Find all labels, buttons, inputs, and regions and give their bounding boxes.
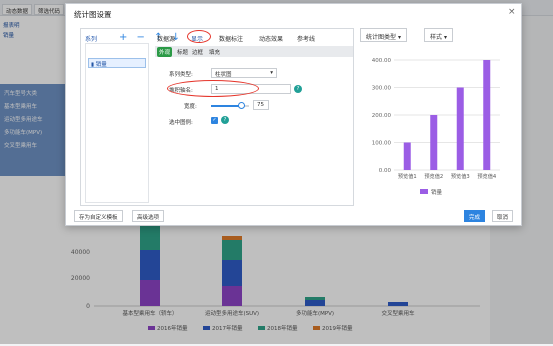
style-label: 样式 (430, 34, 443, 41)
subtab-border[interactable]: 边框 (192, 48, 203, 56)
bar (403, 142, 411, 170)
bar (456, 87, 464, 170)
width-input[interactable]: 75 (253, 100, 269, 110)
chevron-down-icon: ▾ (270, 70, 273, 76)
chart-settings-dialog: 统计图设置 × 系列 + − ↑ ↓ ▮ 销量 数据源 显示 数据标注 动态效果… (65, 3, 522, 226)
preview-chart-svg: 0.00 100.00 200.00 300.00 400.00 预览值1 预览值2 预览值3… (372, 58, 500, 196)
help-icon[interactable]: ? (221, 116, 229, 124)
tab-reference-line[interactable]: 参考线 (297, 34, 315, 43)
close-icon[interactable]: × (508, 7, 516, 17)
width-slider-fill (211, 105, 241, 107)
legend-checkbox[interactable]: ✓ (211, 117, 218, 124)
legend-label: 选中图例: (169, 120, 193, 126)
style-button[interactable]: 样式 ▾ (424, 28, 453, 42)
highlight-stack-axis (167, 80, 259, 97)
tab-data-label[interactable]: 数据标注 (219, 34, 243, 43)
width-slider[interactable] (211, 102, 249, 109)
legend-swatch (420, 189, 428, 194)
tab-animation[interactable]: 动态效果 (259, 34, 283, 43)
save-template-button[interactable]: 存为自定义模板 (74, 210, 123, 222)
preview-chart: 0.00 100.00 200.00 300.00 400.00 预览值1 预览值2 预览值3… (360, 50, 510, 205)
x-tick-label: 预览值4 (477, 172, 497, 180)
x-tick-label: 预览值2 (424, 172, 443, 180)
subtab-fill[interactable]: 填充 (209, 48, 220, 56)
y-tick-label: 300.00 (372, 86, 392, 92)
series-list: ▮ 销量 (85, 43, 149, 203)
highlight-display-tab (187, 30, 211, 43)
series-tab[interactable]: 系列 (85, 34, 97, 43)
y-tick-label: 400.00 (372, 58, 392, 64)
subtab-title[interactable]: 标题 (177, 48, 188, 56)
bar (430, 115, 438, 170)
y-tick-label: 100.00 (372, 141, 392, 147)
y-tick-label: 0.00 (379, 168, 392, 174)
series-item-sales[interactable]: ▮ 销量 (88, 58, 146, 68)
sub-tabs: 外观 标题 边框 填充 (155, 46, 353, 57)
legend-label: 销量 (431, 188, 443, 196)
x-tick-label: 预览值3 (451, 172, 470, 180)
cancel-button[interactable]: 取消 (492, 210, 514, 222)
chart-type-button[interactable]: 统计图类型 ▾ (360, 28, 407, 42)
help-icon[interactable]: ? (294, 85, 302, 93)
subtab-appearance[interactable]: 外观 (157, 47, 173, 57)
tab-datasource[interactable]: 数据源 (157, 34, 175, 43)
series-type-select[interactable]: 柱状图 ▾ (211, 68, 277, 78)
series-type-value: 柱状图 (215, 72, 232, 78)
advanced-options-button[interactable]: 高级选项 (132, 210, 165, 222)
chevron-down-icon: ▾ (443, 34, 447, 41)
done-button[interactable]: 完成 (464, 210, 486, 222)
width-label: 宽度: (184, 104, 197, 110)
dialog-title: 统计图设置 (74, 10, 112, 19)
settings-panel: 系列 + − ↑ ↓ ▮ 销量 数据源 显示 数据标注 动态效果 参考线 外观 … (80, 28, 354, 206)
series-type-label: 系列类型: (169, 72, 193, 78)
chart-type-label: 统计图类型 (366, 34, 397, 41)
x-tick-label: 预览值1 (398, 172, 417, 180)
series-item-label: 销量 (95, 62, 107, 68)
y-tick-label: 200.00 (372, 113, 392, 119)
bar (483, 60, 491, 170)
width-slider-handle[interactable] (238, 102, 245, 109)
chevron-down-icon: ▾ (397, 34, 401, 41)
